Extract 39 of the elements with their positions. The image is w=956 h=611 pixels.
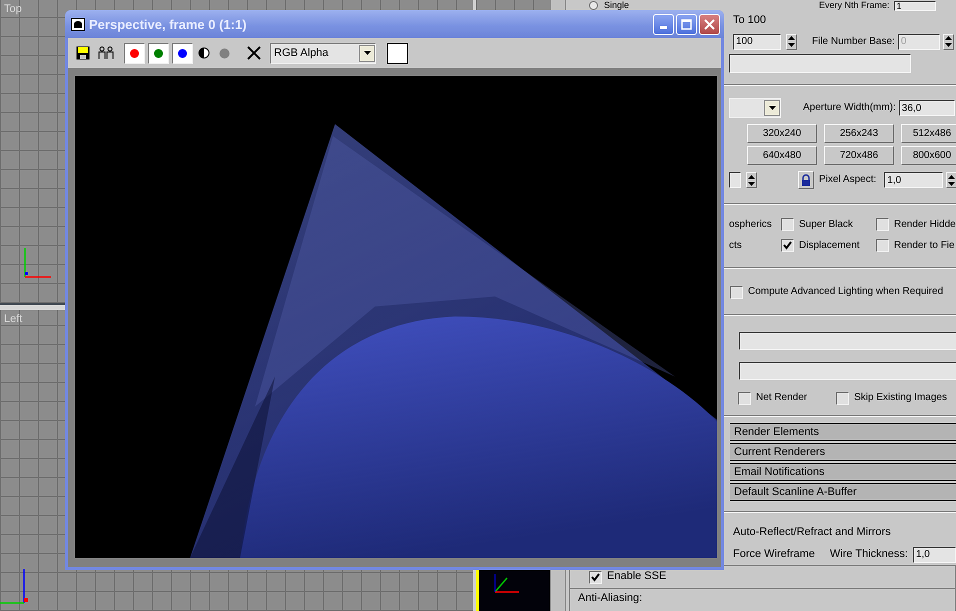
input-field[interactable]: 1,0 bbox=[884, 172, 944, 188]
option-label: Auto-Reflect/Refract and Mirrors bbox=[733, 526, 891, 540]
option-label: Force Wireframe bbox=[733, 548, 815, 562]
option-label: ospherics bbox=[729, 218, 772, 230]
viewport-label: Top bbox=[4, 3, 22, 15]
range-label: To 100 bbox=[733, 14, 766, 28]
option-label: cts bbox=[729, 240, 742, 252]
field-label: Pixel Aspect: bbox=[819, 174, 876, 186]
window-title: Perspective, frame 0 (1:1) bbox=[89, 16, 248, 32]
option-label: Skip Existing Images bbox=[854, 392, 947, 404]
rollout-header[interactable]: Current Renderers bbox=[730, 443, 956, 461]
option-label: Single bbox=[604, 0, 630, 11]
field-label: Wire Thickness: bbox=[830, 548, 908, 562]
input-field[interactable]: 36,0 bbox=[898, 100, 955, 116]
channel-dropdown[interactable]: RGB Alpha bbox=[270, 42, 376, 64]
option-label: Net Render bbox=[756, 392, 808, 404]
preset-button[interactable]: 720x486 bbox=[824, 146, 894, 165]
rollout-header[interactable]: Default Scanline A-Buffer bbox=[730, 483, 956, 501]
field-label: Aperture Width(mm): bbox=[803, 102, 896, 114]
preset-button[interactable]: 320x240 bbox=[747, 124, 817, 142]
input-field[interactable]: 1,0 bbox=[912, 546, 956, 562]
preset-button[interactable]: 640x480 bbox=[747, 146, 817, 165]
rollout-header[interactable]: Render Elements bbox=[730, 423, 956, 441]
input-field[interactable]: 100 bbox=[733, 34, 781, 50]
field-label: Every Nth Frame: bbox=[819, 0, 890, 11]
preset-button[interactable]: 512x486 bbox=[901, 124, 956, 142]
rollout-header[interactable]: Email Notifications bbox=[730, 463, 956, 481]
preset-button[interactable]: 800x600 bbox=[901, 146, 956, 165]
input-field[interactable]: 1 bbox=[894, 0, 936, 10]
preset-button[interactable]: 256x243 bbox=[824, 124, 894, 142]
option-label: Render to Fie bbox=[894, 240, 955, 252]
option-label: Enable SSE bbox=[607, 570, 666, 584]
group-title: Anti-Aliasing: bbox=[578, 592, 642, 606]
option-label: Displacement bbox=[799, 240, 860, 252]
viewport-label: Left bbox=[4, 313, 22, 325]
option-label: Super Black bbox=[799, 218, 853, 230]
field-label: File Number Base: bbox=[812, 36, 895, 48]
option-label: Compute Advanced Lighting when Required bbox=[748, 286, 944, 298]
option-label: Render Hidde bbox=[894, 218, 956, 230]
